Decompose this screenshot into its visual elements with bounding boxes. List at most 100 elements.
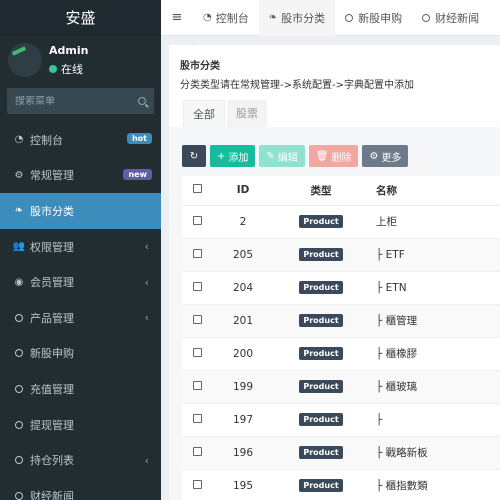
column-header-id[interactable]: ID	[212, 176, 274, 206]
type-badge: Product	[299, 248, 343, 261]
sidebar-item-label: 常规管理	[30, 169, 74, 183]
sidebar-item-label: 充值管理	[30, 382, 74, 396]
page-description: 分类类型请在常规管理->系统配置->字典配置中添加	[180, 80, 414, 91]
cell-id: 204	[212, 271, 274, 305]
edit-button-label: 编辑	[277, 152, 298, 164]
refresh-icon: ↻	[189, 150, 199, 162]
user-panel: Admin 在线	[0, 36, 161, 88]
sidebar-item-label: 股市分类	[30, 204, 74, 218]
row-checkbox[interactable]	[192, 446, 202, 456]
cell-name: ├ ETN	[368, 271, 500, 305]
menu-toggle-icon[interactable]: ≡	[161, 0, 193, 36]
user-status: 在线	[49, 61, 83, 77]
table-area: ↻ + 添加 ✎ 编辑 🗑 删除 ⚙ 更多 ID 类型 名称 2 Product…	[169, 127, 500, 500]
sidebar-item-general[interactable]: ⚙ 常规管理 new	[0, 158, 161, 194]
refresh-button[interactable]: ↻	[182, 145, 206, 167]
cell-name: ├	[368, 403, 500, 437]
online-dot-icon	[49, 65, 57, 73]
subtab-bar: 全部 股票	[169, 97, 500, 127]
toolbar: ↻ + 添加 ✎ 编辑 🗑 删除 ⚙ 更多	[182, 145, 409, 167]
sidebar-menu: ◔ 控制台 hot ⚙ 常规管理 new ❧ 股市分类 👥 权限管理 ‹ ◉ 会…	[0, 122, 161, 500]
sidebar-item-label: 提现管理	[30, 418, 74, 432]
gear-icon: ⚙	[369, 150, 379, 162]
sidebar-item-positions[interactable]: 持仓列表 ‹	[0, 442, 161, 478]
menu-search	[7, 88, 154, 114]
table-row[interactable]: 2 Product 上柜	[182, 205, 500, 239]
sidebar-item-label: 权限管理	[30, 240, 74, 254]
tab-label: 新股申购	[358, 11, 403, 25]
tab-news[interactable]: 财经新闻	[412, 0, 489, 36]
cell-id: 197	[212, 403, 274, 437]
dashboard-icon: ◔	[203, 12, 212, 23]
chevron-left-icon: ‹	[144, 240, 149, 254]
table-row[interactable]: 205 Product ├ ETF	[182, 238, 500, 272]
tab-label: 股市分类	[281, 11, 326, 25]
sidebar-item-news[interactable]: 财经新闻	[0, 478, 161, 500]
table-row[interactable]: 204 Product ├ ETN	[182, 271, 500, 305]
row-checkbox[interactable]	[192, 281, 202, 291]
category-table: ID 类型 名称 2 Product 上柜 205 Product ├ ETF	[182, 176, 500, 500]
type-badge: Product	[299, 347, 343, 360]
tab-ipo[interactable]: 新股申购	[335, 0, 412, 36]
sidebar-item-ipo[interactable]: 新股申购	[0, 336, 161, 372]
tab-dashboard[interactable]: ◔ 控制台	[193, 0, 259, 36]
table-row[interactable]: 200 Product ├ 櫃橡膠	[182, 337, 500, 371]
tab-stock-category[interactable]: ❧ 股市分类	[258, 0, 336, 36]
row-checkbox[interactable]	[192, 413, 202, 423]
row-checkbox[interactable]	[192, 314, 202, 324]
chevron-left-icon: ‹	[144, 275, 149, 289]
type-badge: Product	[299, 446, 343, 459]
edit-button[interactable]: ✎ 编辑	[259, 145, 305, 167]
table-row[interactable]: 199 Product ├ 櫃玻璃	[182, 370, 500, 404]
cell-name: 上柜	[368, 205, 500, 239]
column-header-type[interactable]: 类型	[274, 176, 368, 206]
user-circle-icon: ◉	[14, 276, 24, 288]
add-button[interactable]: + 添加	[210, 145, 256, 167]
row-checkbox[interactable]	[192, 248, 202, 258]
row-checkbox[interactable]	[192, 479, 202, 489]
cell-name: ├ 櫃管理	[368, 304, 500, 338]
search-icon[interactable]	[138, 97, 146, 105]
sidebar-item-label: 新股申购	[30, 347, 74, 361]
select-all-checkbox[interactable]	[192, 184, 202, 194]
sidebar-item-recharge[interactable]: 充值管理	[0, 371, 161, 407]
menu-search-input[interactable]	[15, 95, 125, 107]
tab-label: 控制台	[215, 11, 249, 25]
sidebar-item-members[interactable]: ◉ 会员管理 ‹	[0, 264, 161, 300]
leaf-icon: ❧	[14, 205, 24, 217]
table-body: 2 Product 上柜 205 Product ├ ETF 204 Produ…	[182, 205, 500, 500]
sidebar-item-withdraw[interactable]: 提现管理	[0, 407, 161, 443]
sidebar-item-permissions[interactable]: 👥 权限管理 ‹	[0, 229, 161, 265]
avatar	[8, 43, 42, 77]
more-button[interactable]: ⚙ 更多	[362, 145, 409, 167]
table-row[interactable]: 197 Product ├	[182, 403, 500, 437]
type-badge: Product	[299, 314, 343, 327]
subtab-all[interactable]: 全部	[183, 100, 225, 127]
row-checkbox[interactable]	[192, 215, 202, 225]
table-row[interactable]: 201 Product ├ 櫃管理	[182, 304, 500, 338]
table-row[interactable]: 195 Product ├ 櫃指數類	[182, 469, 500, 500]
row-checkbox[interactable]	[192, 380, 202, 390]
type-badge: Product	[299, 215, 343, 228]
cell-id: 195	[212, 469, 274, 500]
sidebar-item-dashboard[interactable]: ◔ 控制台 hot	[0, 122, 161, 158]
delete-button[interactable]: 🗑 删除	[308, 145, 359, 167]
table-row[interactable]: 196 Product ├ 戰略新板	[182, 436, 500, 470]
user-name: Admin	[49, 44, 89, 57]
tab-label: 财经新闻	[435, 11, 480, 25]
hot-badge: hot	[126, 133, 152, 144]
cell-id: 199	[212, 370, 274, 404]
subtab-stock[interactable]: 股票	[227, 100, 267, 127]
circle-icon	[12, 456, 26, 465]
cell-id: 196	[212, 436, 274, 470]
cogs-icon: ⚙	[14, 169, 24, 181]
circle-icon	[12, 349, 26, 358]
table-header-row: ID 类型 名称	[182, 176, 500, 206]
column-header-name[interactable]: 名称	[368, 176, 500, 206]
row-checkbox[interactable]	[192, 347, 202, 357]
brand-logo[interactable]: 安盛	[0, 0, 161, 36]
sidebar-item-stock-category[interactable]: ❧ 股市分类	[0, 193, 161, 229]
group-icon: 👥	[12, 241, 26, 253]
circle-icon	[12, 384, 26, 393]
sidebar-item-products[interactable]: 产品管理 ‹	[0, 300, 161, 336]
